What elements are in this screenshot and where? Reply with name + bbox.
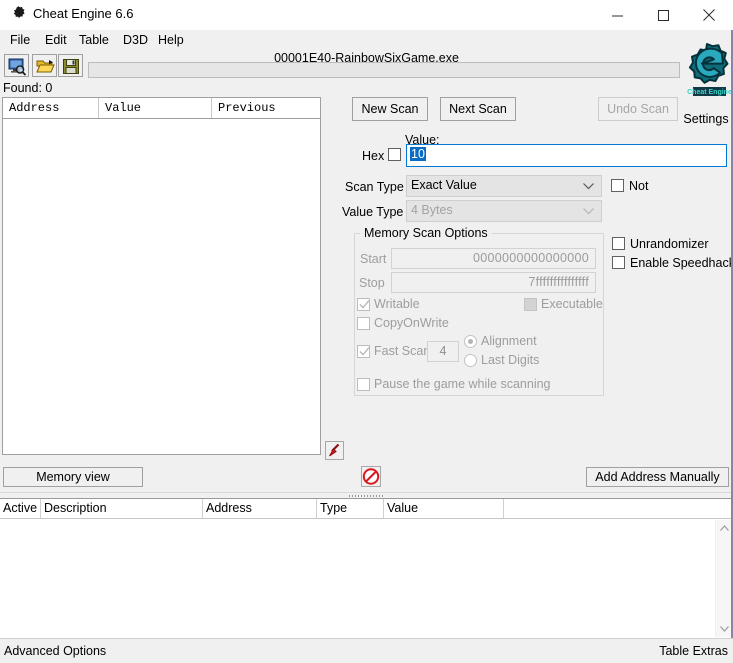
address-list[interactable]: Active Description Address Type Value	[0, 498, 733, 638]
chevron-down-icon	[583, 179, 594, 193]
stop-scan-button[interactable]	[361, 466, 381, 487]
menu-item-help[interactable]: Help	[152, 32, 190, 49]
memory-stop-input[interactable]: 7fffffffffffffff	[391, 272, 596, 293]
window-title: Cheat Engine 6.6	[33, 6, 134, 21]
chevron-down-icon[interactable]	[716, 621, 732, 637]
memory-start-input[interactable]: 0000000000000000	[391, 248, 596, 269]
unrandomizer-label: Unrandomizer	[630, 237, 709, 251]
scan-progress-bar	[88, 62, 680, 78]
hex-checkbox[interactable]	[388, 148, 401, 161]
menu-bar: File Edit Table D3D Help	[0, 30, 733, 50]
value-type-label: Value Type	[342, 205, 404, 219]
pause-game-checkbox[interactable]	[357, 378, 370, 391]
value-type-select[interactable]: 4 Bytes	[406, 200, 602, 222]
alignment-label: Alignment	[481, 334, 537, 348]
address-column-description[interactable]: Description	[41, 499, 203, 518]
splitter-grip	[348, 495, 385, 497]
scan-type-label: Scan Type	[345, 180, 404, 194]
menu-item-table[interactable]: Table	[73, 32, 115, 49]
cheat-engine-icon	[9, 5, 27, 23]
address-list-header: Active Description Address Type Value	[0, 499, 733, 519]
scan-results-header: Address Value Previous	[3, 98, 320, 119]
settings-label[interactable]: Settings	[679, 112, 733, 126]
writable-checkbox[interactable]	[357, 298, 370, 311]
unrandomizer-checkbox[interactable]	[612, 237, 625, 250]
address-column-type[interactable]: Type	[317, 499, 384, 518]
fast-scan-alignment-input[interactable]: 4	[427, 341, 459, 362]
alignment-radio[interactable]	[464, 335, 477, 348]
minimize-icon[interactable]	[594, 0, 640, 30]
red-arrow-down-icon	[329, 443, 340, 457]
chevron-down-icon	[583, 204, 594, 218]
scan-value-input[interactable]: 10	[406, 144, 727, 167]
menu-item-edit[interactable]: Edit	[39, 32, 73, 49]
found-count-label: Found: 0	[3, 81, 53, 95]
address-list-scrollbar[interactable]	[715, 520, 732, 637]
menu-item-file[interactable]: File	[4, 32, 36, 49]
results-column-address[interactable]: Address	[3, 98, 99, 118]
new-scan-button[interactable]: New Scan	[352, 97, 428, 121]
add-address-manually-button[interactable]: Add Address Manually	[586, 467, 729, 487]
executable-checkbox[interactable]	[524, 298, 537, 311]
next-scan-button[interactable]: Next Scan	[440, 97, 516, 121]
undo-scan-button[interactable]: Undo Scan	[598, 97, 678, 121]
hex-label: Hex	[362, 149, 385, 163]
advanced-options-link[interactable]: Advanced Options	[4, 644, 106, 658]
memory-view-button[interactable]: Memory view	[3, 467, 143, 487]
close-icon[interactable]	[686, 0, 732, 30]
enable-speedhack-label: Enable Speedhack	[630, 256, 733, 270]
checkmark-icon	[359, 346, 370, 360]
copyonwrite-checkbox[interactable]	[357, 317, 370, 330]
radio-dot-icon	[468, 339, 473, 344]
not-checkbox[interactable]	[611, 179, 624, 192]
scan-results-list[interactable]: Address Value Previous	[2, 97, 321, 455]
menu-item-d3d[interactable]: D3D	[117, 32, 154, 49]
results-column-value[interactable]: Value	[99, 98, 212, 118]
address-column-address[interactable]: Address	[203, 499, 317, 518]
scan-type-value: Exact Value	[411, 178, 477, 192]
value-type-value: 4 Bytes	[411, 203, 453, 217]
pause-game-label: Pause the game while scanning	[374, 377, 551, 391]
copyonwrite-label: CopyOnWrite	[374, 316, 449, 330]
table-extras-link[interactable]: Table Extras	[659, 644, 728, 658]
executable-label: Executable	[541, 297, 603, 311]
address-column-active[interactable]: Active	[0, 499, 41, 518]
enable-speedhack-checkbox[interactable]	[612, 256, 625, 269]
stop-label: Stop	[359, 276, 385, 290]
red-no-entry-icon	[362, 468, 380, 485]
results-column-previous[interactable]: Previous	[212, 98, 320, 118]
title-bar: Cheat Engine 6.6	[0, 0, 733, 31]
add-to-address-list-button[interactable]	[325, 441, 344, 460]
cheat-engine-logo[interactable]: Cheat Engine	[681, 41, 733, 109]
not-label: Not	[629, 179, 649, 193]
chevron-up-icon[interactable]	[716, 520, 732, 536]
scan-value-text: 10	[410, 147, 426, 161]
fast-scan-label: Fast Scan	[374, 344, 431, 358]
status-bar: Advanced Options Table Extras	[0, 638, 733, 663]
checkmark-icon	[359, 299, 370, 313]
address-column-value[interactable]: Value	[384, 499, 504, 518]
last-digits-radio[interactable]	[464, 354, 477, 367]
start-label: Start	[360, 252, 387, 266]
memory-scan-options-title: Memory Scan Options	[360, 226, 492, 240]
scan-type-select[interactable]: Exact Value	[406, 175, 602, 197]
cheat-engine-window: Cheat Engine 6.6 File Edit Table D3D Hel…	[0, 0, 733, 663]
writable-label: Writable	[374, 297, 420, 311]
maximize-icon[interactable]	[640, 0, 686, 30]
fast-scan-checkbox[interactable]	[357, 345, 370, 358]
svg-text:Cheat Engine: Cheat Engine	[687, 89, 732, 96]
last-digits-label: Last Digits	[481, 353, 540, 367]
